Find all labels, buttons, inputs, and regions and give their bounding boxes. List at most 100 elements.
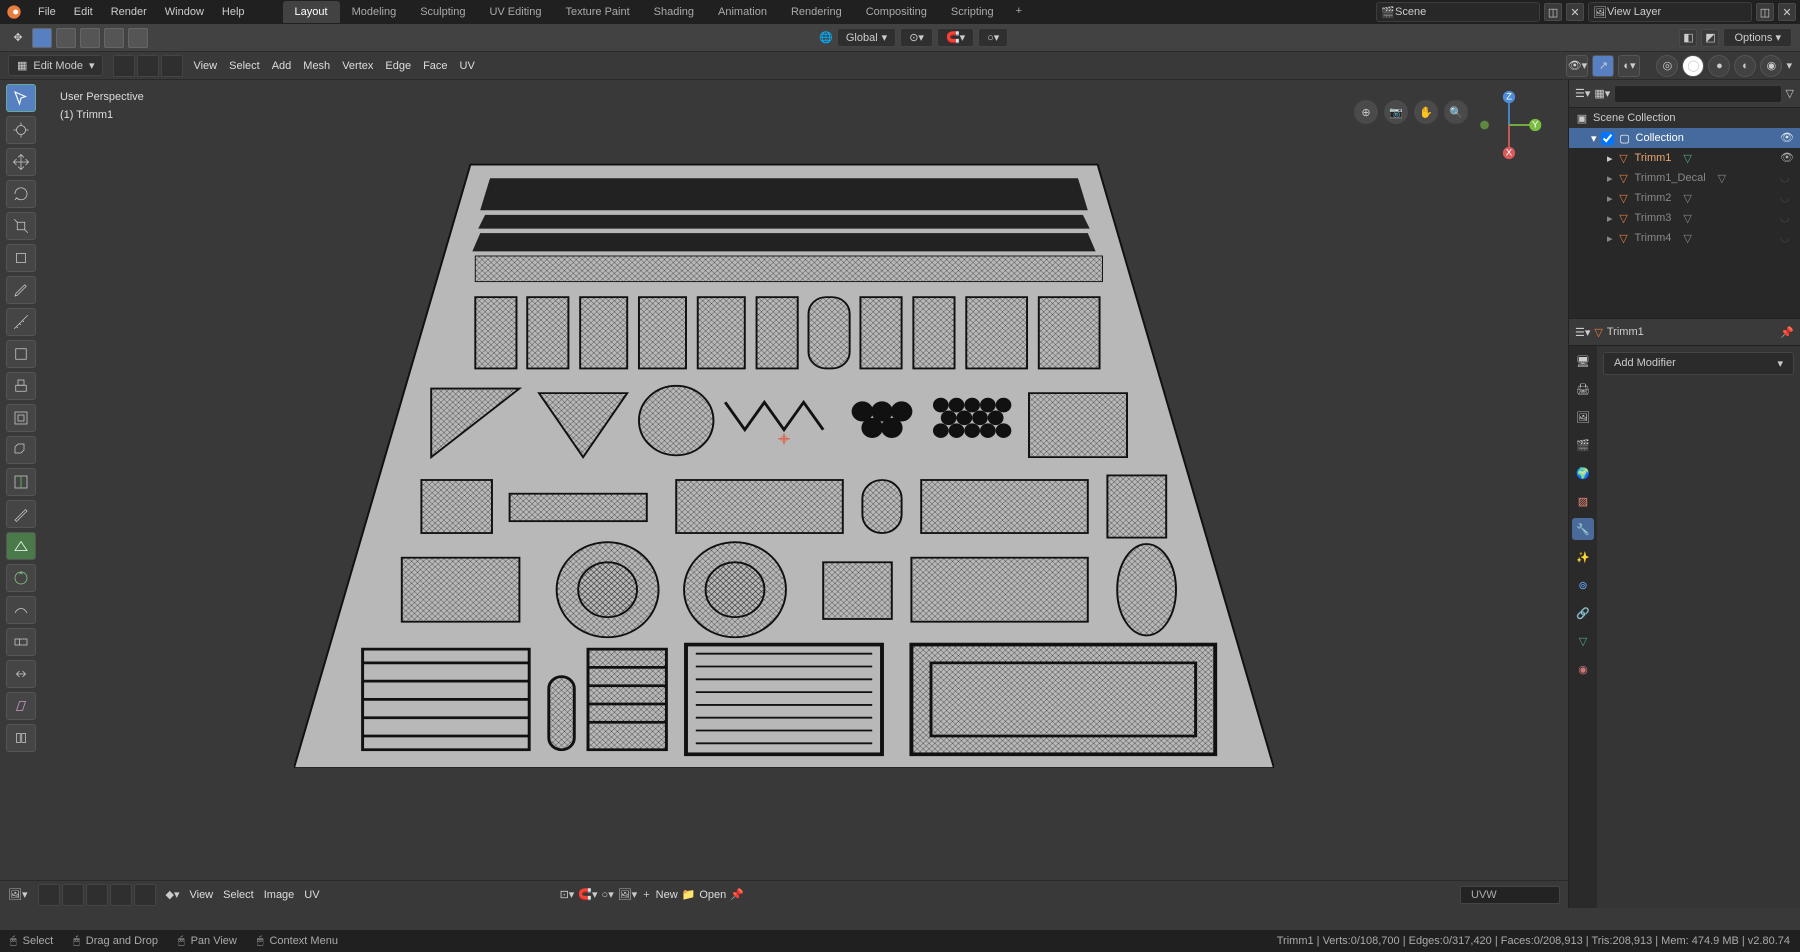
pin-icon[interactable]: 📌 (1780, 326, 1794, 339)
scene-new-button[interactable]: ◫ (1544, 3, 1562, 21)
outliner-tree[interactable]: ▣ Scene Collection ▾ ▢ Collection 👁 ▸ ▽ … (1569, 108, 1800, 318)
tool-smooth[interactable] (6, 596, 36, 624)
viewlayer-selector[interactable]: 🖼 (1588, 2, 1752, 22)
pivot-dropdown[interactable]: ⊙▾ (900, 28, 933, 47)
tool-rip[interactable] (6, 724, 36, 752)
proportional-dropdown[interactable]: ○▾ (978, 28, 1008, 47)
uv-menu-uv[interactable]: UV (304, 889, 319, 901)
gizmo-toggle[interactable]: ◧ (1679, 29, 1697, 47)
uv-display-a[interactable] (38, 884, 60, 906)
disclosure-icon[interactable]: ▾ (1591, 132, 1597, 145)
disclosure-icon[interactable]: ▸ (1607, 212, 1613, 225)
tool-add-cube[interactable] (6, 340, 36, 368)
eye-closed-icon[interactable]: ◡ (1780, 211, 1794, 225)
edit-menu-mesh[interactable]: Mesh (303, 60, 330, 72)
disclosure-icon[interactable]: ▸ (1607, 152, 1613, 165)
tool-bevel[interactable] (6, 436, 36, 464)
properties-editor-icon[interactable]: ☰▾ (1575, 326, 1590, 339)
tab-sculpting[interactable]: Sculpting (408, 1, 477, 23)
zoom-icon[interactable]: ⊕ (1354, 100, 1378, 124)
select-mode-d[interactable] (128, 28, 148, 48)
overlay-group-toggle[interactable]: ◐▾ (1618, 55, 1640, 77)
uv-display-c[interactable] (86, 884, 108, 906)
mode-dropdown[interactable]: ▦ Edit Mode ▾ (8, 55, 103, 76)
disclosure-icon[interactable]: ▸ (1607, 192, 1613, 205)
outliner-editor-icon[interactable]: ☰▾ (1575, 87, 1590, 100)
ptab-physics[interactable]: ⊚ (1572, 574, 1594, 596)
tab-compositing[interactable]: Compositing (854, 1, 939, 23)
viewlayer-new-button[interactable]: ◫ (1756, 3, 1774, 21)
tool-rotate[interactable] (6, 180, 36, 208)
ptab-data[interactable]: ▽ (1572, 630, 1594, 652)
tree-item-trimm1-decal[interactable]: ▸ ▽ Trimm1_Decal ▽ ◡ (1569, 168, 1800, 188)
snap-dropdown[interactable]: 🧲▾ (937, 28, 974, 47)
tab-shading[interactable]: Shading (642, 1, 706, 23)
menu-window[interactable]: Window (157, 2, 212, 22)
edit-menu-vertex[interactable]: Vertex (342, 60, 373, 72)
select-mode-a[interactable] (56, 28, 76, 48)
shading-dropdown-icon[interactable]: ▾ (1786, 59, 1792, 72)
ptab-material[interactable]: ◉ (1572, 658, 1594, 680)
camera-icon[interactable]: 📷 (1384, 100, 1408, 124)
uvmap-field[interactable] (1460, 886, 1560, 904)
disclosure-icon[interactable]: ▸ (1607, 232, 1613, 245)
uv-editor-type-icon[interactable]: 🖼▾ (8, 888, 28, 901)
ptab-constraints[interactable]: 🔗 (1572, 602, 1594, 624)
disclosure-icon[interactable]: ▸ (1607, 172, 1613, 185)
tree-item-trimm4[interactable]: ▸ ▽ Trimm4 ▽ ◡ (1569, 228, 1800, 248)
tool-shrink-fatten[interactable] (6, 660, 36, 688)
eye-closed-icon[interactable]: ◡ (1780, 231, 1794, 245)
tool-options-button[interactable]: Options ▾ (1723, 28, 1792, 47)
shading-lookdev[interactable]: ◐ (1734, 55, 1756, 77)
scene-selector[interactable]: 🎬 (1376, 2, 1540, 22)
tool-cursor[interactable] (6, 116, 36, 144)
overlay-toggle[interactable]: ◩ (1701, 29, 1719, 47)
tab-layout[interactable]: Layout (283, 1, 340, 23)
shading-wireframe[interactable]: ◯ (1682, 55, 1704, 77)
outliner-filter-icon[interactable]: ▽ (1786, 87, 1794, 100)
edit-menu-select[interactable]: Select (229, 60, 260, 72)
edit-menu-view[interactable]: View (193, 60, 217, 72)
tab-texture-paint[interactable]: Texture Paint (553, 1, 641, 23)
eye-icon[interactable]: 👁 (1780, 131, 1794, 145)
eye-closed-icon[interactable]: ◡ (1780, 191, 1794, 205)
pivot-icon[interactable]: ⊡▾ (560, 888, 575, 901)
tab-animation[interactable]: Animation (706, 1, 779, 23)
uv-menu-image[interactable]: Image (264, 889, 295, 901)
uv-display-d[interactable] (110, 884, 132, 906)
cursor-tool-icon[interactable]: ✥ (8, 28, 28, 48)
tool-measure[interactable] (6, 308, 36, 336)
navigation-gizmo[interactable]: Z Y X (1474, 90, 1544, 160)
uv-display-b[interactable] (62, 884, 84, 906)
uv-sticky-icon[interactable]: ◆▾ (166, 888, 180, 901)
tab-uv-editing[interactable]: UV Editing (477, 1, 553, 23)
image-open-button[interactable]: Open (699, 889, 726, 901)
tool-poly-build[interactable] (6, 532, 36, 560)
tree-item-trimm2[interactable]: ▸ ▽ Trimm2 ▽ ◡ (1569, 188, 1800, 208)
eye-icon[interactable]: 👁 (1780, 151, 1794, 165)
ptab-particles[interactable]: ✨ (1572, 546, 1594, 568)
tool-knife[interactable] (6, 500, 36, 528)
scene-delete-button[interactable]: ✕ (1566, 3, 1584, 21)
ptab-render[interactable]: 🖥 (1572, 350, 1594, 372)
tool-transform[interactable] (6, 244, 36, 272)
outliner-display-mode[interactable]: ▦▾ (1594, 87, 1610, 100)
ptab-view[interactable]: 🖼 (1572, 406, 1594, 428)
uv-menu-select[interactable]: Select (223, 889, 254, 901)
proportional-uv-icon[interactable]: ○▾ (602, 888, 614, 901)
image-browse-icon[interactable]: 🖼▾ (618, 888, 638, 901)
tool-extrude[interactable] (6, 372, 36, 400)
tool-select-box[interactable] (6, 84, 36, 112)
face-select-mode[interactable] (161, 55, 183, 77)
orientation-dropdown[interactable]: Global▾ (837, 28, 896, 47)
tree-item-trimm3[interactable]: ▸ ▽ Trimm3 ▽ ◡ (1569, 208, 1800, 228)
tool-annotate[interactable] (6, 276, 36, 304)
zoom-tool-icon[interactable]: 🔍 (1444, 100, 1468, 124)
add-modifier-dropdown[interactable]: Add Modifier ▾ (1603, 352, 1794, 375)
edit-menu-add[interactable]: Add (272, 60, 292, 72)
viewlayer-delete-button[interactable]: ✕ (1778, 3, 1796, 21)
pin-icon[interactable]: 📌 (730, 888, 744, 901)
viewlayer-name-input[interactable] (1607, 6, 1747, 18)
tool-move[interactable] (6, 148, 36, 176)
edit-menu-uv[interactable]: UV (460, 60, 475, 72)
